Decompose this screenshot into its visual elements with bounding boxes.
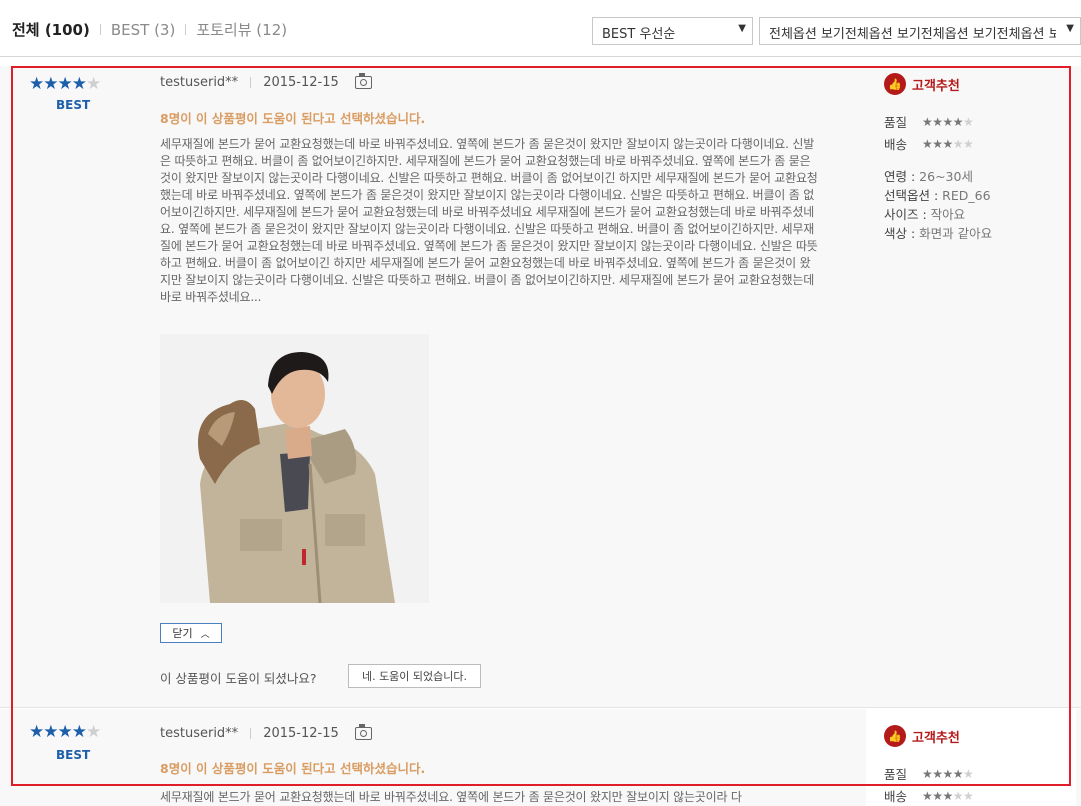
collapse-label: 닫기 — [172, 627, 193, 640]
review-score: ★★★★★ BEST — [0, 66, 143, 707]
tab-all[interactable]: 전체 (100) — [12, 19, 90, 40]
attr-age: 연령 : 26~30세 — [884, 169, 973, 184]
thumbs-up-icon: 👍 — [884, 73, 906, 95]
review-item: ★★★★★ BEST testuserid** 2015-12-15 8명이 이… — [0, 66, 1081, 708]
helpful-yes-button[interactable]: 네. 도움이 되었습니다. — [348, 664, 481, 688]
review-date: 2015-12-15 — [263, 726, 339, 741]
chevron-down-icon: ▼ — [1066, 23, 1074, 34]
review-filter-bar: 전체 (100) BEST (3) 포토리뷰 (12) BEST 우선순 ▼ 전… — [0, 0, 1081, 57]
attr-size: 사이즈 : 작아요 — [884, 207, 966, 222]
recommend-label: 고객추천 — [912, 78, 960, 94]
review-photo-image — [160, 334, 429, 603]
review-side-panel: 👍 고객추천 품질 ★★★★★ 배송 ★★★★★ — [866, 709, 1076, 806]
thumbs-up-icon: 👍 — [884, 725, 906, 747]
attr-option: 선택옵션 : RED_66 — [884, 188, 991, 203]
helpful-count-text: 8명이 이 상품평이 도움이 된다고 선택하셨습니다. — [160, 111, 426, 126]
rating-stars: ★★★★★ — [29, 74, 101, 94]
delivery-label: 배송 — [884, 789, 908, 804]
attr-color: 색상 : 화면과 같아요 — [884, 226, 993, 241]
review-meta: testuserid** 2015-12-15 — [160, 73, 372, 90]
helpful-count-text: 8명이 이 상품평이 도움이 된다고 선택하셨습니다. — [160, 761, 426, 776]
review-meta: testuserid** 2015-12-15 — [160, 724, 372, 741]
camera-icon — [354, 73, 372, 89]
review-side-panel: 👍 고객추천 품질 ★★★★★ 배송 ★★★★★ 연령 : 26~30세 선택옵… — [866, 66, 1076, 707]
delivery-stars: ★★★★★ — [922, 788, 974, 803]
review-date: 2015-12-15 — [263, 75, 339, 90]
quality-stars: ★★★★★ — [922, 114, 974, 129]
rating-stars: ★★★★★ — [29, 722, 101, 742]
review-item: ★★★★★ BEST testuserid** 2015-12-15 8명이 이… — [0, 709, 1081, 806]
option-select-value: 전체옵션 보기전체옵션 보기전체옵션 보기전체옵션 보기 — [769, 27, 1056, 42]
option-select[interactable]: 전체옵션 보기전체옵션 보기전체옵션 보기전체옵션 보기 ▼ — [759, 17, 1081, 45]
delivery-rating-row: 배송 ★★★★★ — [884, 786, 974, 805]
meta-divider — [250, 728, 252, 739]
collapse-button[interactable]: 닫기 ︿ — [160, 623, 222, 643]
delivery-rating-row: 배송 ★★★★★ — [884, 134, 974, 153]
best-badge: BEST — [56, 98, 91, 112]
delivery-label: 배송 — [884, 137, 908, 152]
quality-label: 품질 — [884, 767, 908, 782]
tab-best[interactable]: BEST (3) — [111, 21, 175, 39]
helpful-question: 이 상품평이 도움이 되셨나요? — [160, 671, 317, 686]
recommend-label: 고객추천 — [912, 730, 960, 746]
quality-rating-row: 품질 ★★★★★ — [884, 764, 974, 783]
best-badge: BEST — [56, 748, 91, 762]
review-user-id: testuserid** — [160, 726, 239, 741]
review-attributes: 연령 : 26~30세 선택옵션 : RED_66 사이즈 : 작아요 색상 :… — [884, 167, 992, 243]
review-photo[interactable] — [160, 334, 429, 603]
customer-recommend: 👍 고객추천 — [884, 725, 960, 747]
review-score: ★★★★★ BEST — [0, 709, 143, 806]
sort-select-value: BEST 우선순 — [602, 27, 676, 42]
tab-photo-review[interactable]: 포토리뷰 (12) — [196, 19, 287, 40]
tab-divider — [99, 24, 101, 35]
customer-recommend: 👍 고객추천 — [884, 73, 960, 95]
review-tabs: 전체 (100) BEST (3) 포토리뷰 (12) — [12, 19, 287, 40]
review-body: 세무재질에 본드가 묻어 교환요청했는데 바로 바꿔주셨네요. 옆쪽에 본드가 … — [160, 790, 742, 804]
delivery-stars: ★★★★★ — [922, 136, 974, 151]
review-body: 세무재질에 본드가 묻어 교환요청했는데 바로 바꿔주셨네요. 옆쪽에 본드가 … — [160, 137, 818, 304]
sort-select[interactable]: BEST 우선순 ▼ — [592, 17, 753, 45]
tab-divider — [185, 24, 187, 35]
quality-label: 품질 — [884, 115, 908, 130]
quality-stars: ★★★★★ — [922, 766, 974, 781]
chevron-down-icon: ▼ — [738, 23, 746, 34]
camera-icon — [354, 724, 372, 740]
chevron-up-icon: ︿ — [200, 629, 210, 640]
meta-divider — [250, 77, 252, 88]
quality-rating-row: 품질 ★★★★★ — [884, 112, 974, 131]
review-user-id: testuserid** — [160, 75, 239, 90]
